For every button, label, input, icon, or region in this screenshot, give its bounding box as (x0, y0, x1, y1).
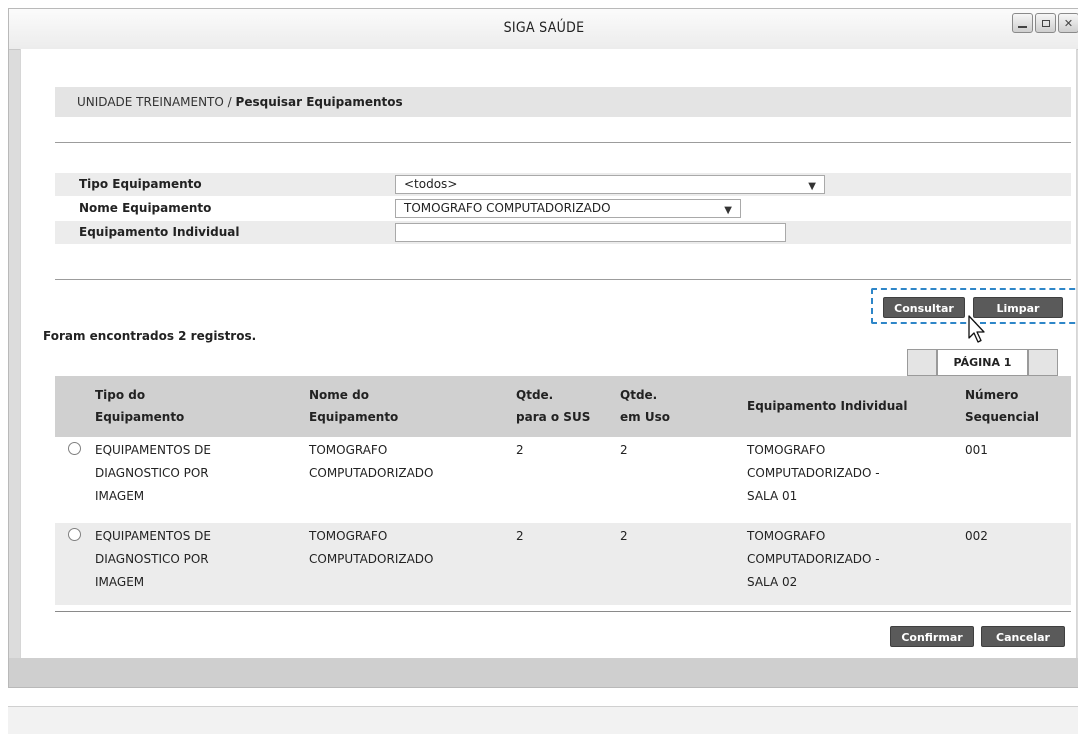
table-header: Tipo do Equipamento Nome do Equipamento Qt… (55, 376, 1071, 437)
cell-seq: 001 (965, 443, 988, 457)
confirmar-button[interactable]: Confirmar (890, 626, 974, 647)
consultar-button[interactable]: Consultar (883, 297, 965, 318)
table-bottom-line (55, 611, 1071, 612)
header-numero-sequencial: Número Sequencial (965, 388, 1040, 424)
window-bottom-band (9, 658, 1078, 687)
breadcrumb: UNIDADE TREINAMENTO / Pesquisar Equipame… (55, 87, 1071, 117)
header-nome: Nome do Equipamento (309, 388, 399, 424)
cell-individual: TOMOGRAFO COMPUTADORIZADO - SALA 02 (747, 529, 880, 589)
pagination-current: PÁGINA 1 (937, 349, 1028, 376)
tipo-equipamento-label: Tipo Equipamento (79, 177, 202, 191)
form-row-tipo: Tipo Equipamento <todos> ▼ (55, 173, 1071, 196)
cell-qtde-uso: 2 (620, 529, 628, 543)
breadcrumb-page: Pesquisar Equipamentos (235, 95, 403, 109)
cell-tipo: EQUIPAMENTOS DE DIAGNOSTICO POR IMAGEM (95, 443, 211, 503)
pagination-prev[interactable] (907, 349, 937, 376)
cancelar-button[interactable]: Cancelar (981, 626, 1065, 647)
status-bar (8, 706, 1078, 734)
cell-nome: TOMOGRAFO COMPUTADORIZADO (309, 443, 434, 480)
app-window: SIGA SAÚDE ✕ UNIDADE TREINAMENTO / Pesqu… (8, 8, 1078, 688)
header-equipamento-individual: Equipamento Individual (747, 399, 908, 413)
nome-equipamento-select[interactable]: TOMOGRAFO COMPUTADORIZADO ▼ (395, 199, 741, 218)
cell-tipo: EQUIPAMENTOS DE DIAGNOSTICO POR IMAGEM (95, 529, 211, 589)
content-panel: UNIDADE TREINAMENTO / Pesquisar Equipame… (20, 49, 1078, 658)
cell-qtde-sus: 2 (516, 443, 524, 457)
header-tipo: Tipo do Equipamento (95, 388, 185, 424)
form-row-nome: Nome Equipamento TOMOGRAFO COMPUTADORIZA… (55, 197, 1071, 220)
cell-qtde-sus: 2 (516, 529, 524, 543)
form-row-individual: Equipamento Individual (55, 221, 1071, 244)
nome-equipamento-value: TOMOGRAFO COMPUTADORIZADO (404, 201, 611, 215)
chevron-down-icon: ▼ (724, 205, 732, 216)
equipamento-individual-input[interactable] (395, 223, 786, 242)
equipamento-individual-label: Equipamento Individual (79, 225, 240, 239)
cell-nome: TOMOGRAFO COMPUTADORIZADO (309, 529, 434, 566)
tipo-equipamento-select[interactable]: <todos> ▼ (395, 175, 825, 194)
row-radio[interactable] (68, 528, 81, 541)
window-title: SIGA SAÚDE (503, 20, 585, 36)
minimize-icon[interactable] (1012, 13, 1033, 33)
cell-individual: TOMOGRAFO COMPUTADORIZADO - SALA 01 (747, 443, 880, 503)
pagination: PÁGINA 1 (907, 349, 1058, 376)
results-count: Foram encontrados 2 registros. (43, 329, 257, 343)
divider (55, 142, 1071, 143)
table-row[interactable]: EQUIPAMENTOS DE DIAGNOSTICO POR IMAGEM TOM… (55, 523, 1071, 605)
maximize-icon[interactable] (1035, 13, 1056, 33)
divider (55, 279, 1071, 280)
cell-qtde-uso: 2 (620, 443, 628, 457)
chevron-down-icon: ▼ (808, 181, 816, 192)
breadcrumb-unit: UNIDADE TREINAMENTO / (77, 95, 232, 109)
cell-seq: 002 (965, 529, 988, 543)
mouse-pointer-icon (968, 315, 985, 343)
title-bar: SIGA SAÚDE ✕ (9, 9, 1078, 50)
row-radio[interactable] (68, 442, 81, 455)
window-controls: ✕ (1010, 13, 1078, 35)
pagination-next[interactable] (1028, 349, 1058, 376)
tipo-equipamento-value: <todos> (404, 177, 458, 191)
header-qtde-uso: Qtde. em Uso (620, 388, 670, 424)
table-row[interactable]: EQUIPAMENTOS DE DIAGNOSTICO POR IMAGEM TOM… (55, 437, 1071, 519)
header-qtde-sus: Qtde. para o SUS (516, 388, 591, 424)
nome-equipamento-label: Nome Equipamento (79, 201, 212, 215)
close-icon[interactable]: ✕ (1058, 13, 1078, 33)
